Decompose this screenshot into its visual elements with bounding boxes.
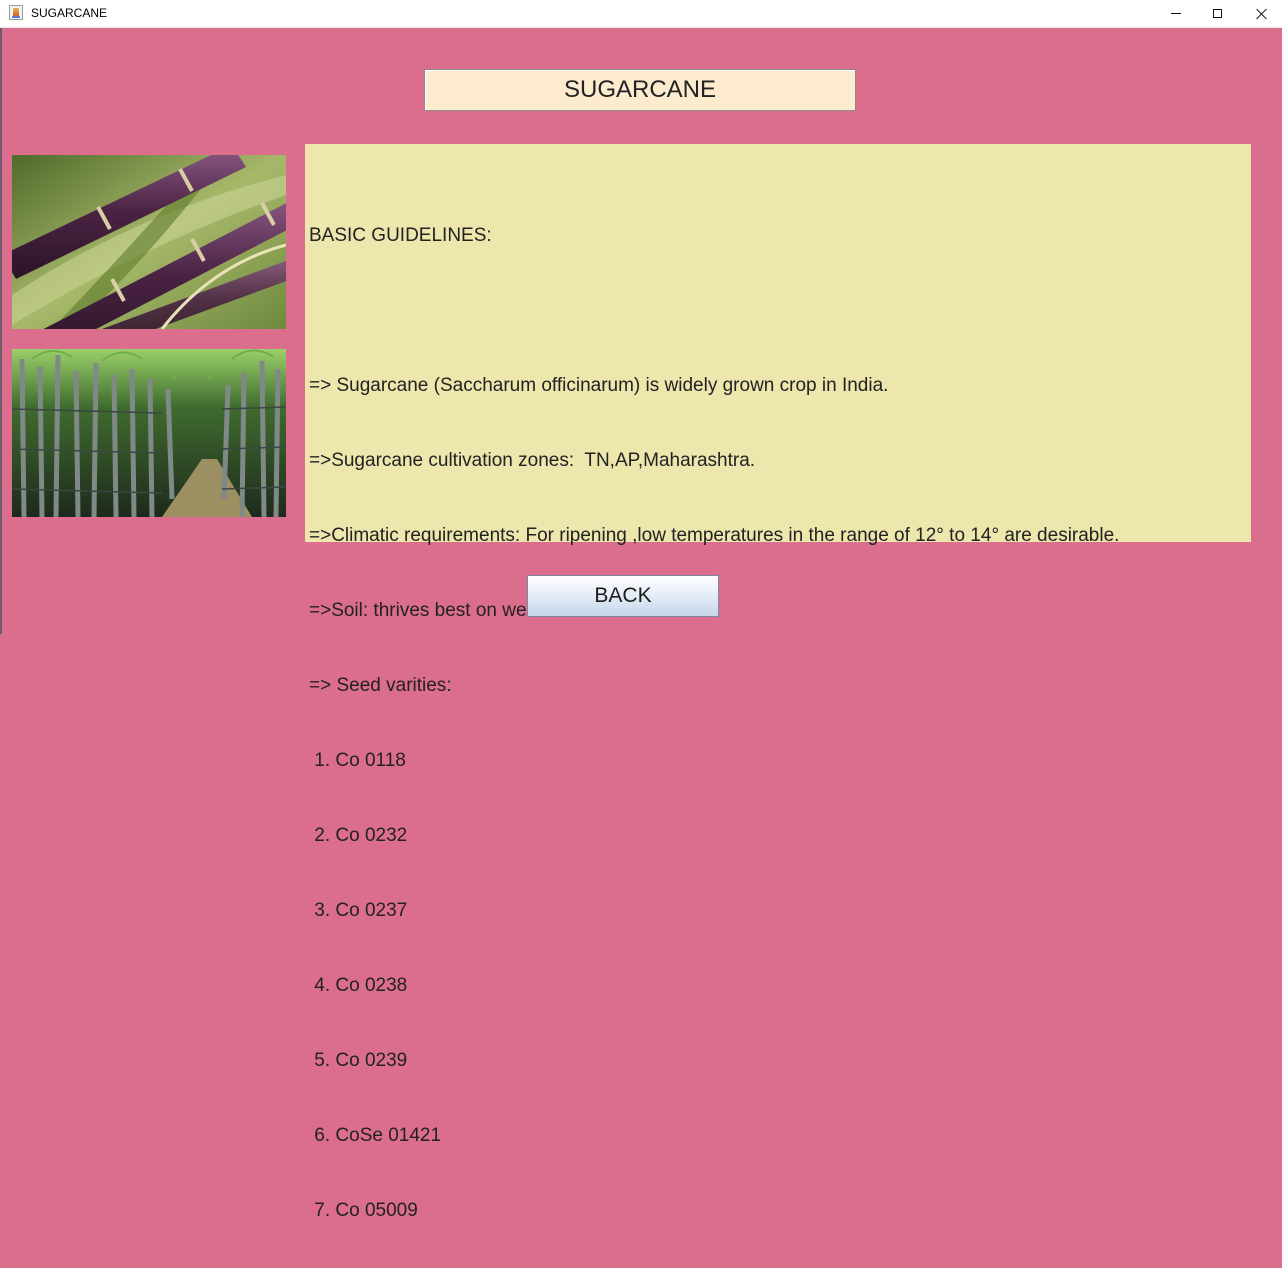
guidelines-line: BASIC GUIDELINES: <box>309 225 492 246</box>
crop-title-field: SUGARCANE <box>424 69 856 111</box>
guidelines-text: BASIC GUIDELINES: => Sugarcane (Saccharu… <box>309 173 1119 1268</box>
maximize-icon <box>1212 9 1222 18</box>
close-button[interactable] <box>1239 0 1282 27</box>
guidelines-line: => Sugarcane (Saccharum officinarum) is … <box>309 375 889 396</box>
minimize-button[interactable] <box>1153 0 1199 27</box>
guidelines-line: 1. Co 0118 <box>309 750 406 771</box>
guidelines-line: 2. Co 0232 <box>309 825 408 846</box>
sugarcane-field-image <box>12 349 286 517</box>
title-bar: SUGARCANE <box>0 0 1282 28</box>
java-app-icon <box>9 5 23 20</box>
close-icon <box>1256 8 1268 20</box>
guidelines-line: 3. Co 0237 <box>309 900 408 921</box>
maximize-button[interactable] <box>1194 0 1240 27</box>
minimize-icon <box>1171 13 1181 14</box>
guidelines-line: => Seed varities: <box>309 675 452 696</box>
guidelines-line: 5. Co 0239 <box>309 1050 408 1071</box>
guidelines-line: =>Climatic requirements: For ripening ,l… <box>309 525 1120 546</box>
sugarcane-stalks-image <box>12 155 286 329</box>
guidelines-text-area[interactable]: BASIC GUIDELINES: => Sugarcane (Saccharu… <box>305 144 1251 1221</box>
window-left-border <box>0 28 2 634</box>
window-title: SUGARCANE <box>31 6 108 20</box>
guidelines-line: 4. Co 0238 <box>309 975 408 996</box>
guidelines-line <box>309 298 1119 323</box>
guidelines-line: 6. CoSe 01421 <box>309 1125 442 1146</box>
back-button[interactable]: BACK <box>527 575 719 617</box>
guidelines-line: 7. Co 05009 <box>309 1200 418 1221</box>
guidelines-line: =>Sugarcane cultivation zones: TN,AP,Mah… <box>309 450 756 471</box>
